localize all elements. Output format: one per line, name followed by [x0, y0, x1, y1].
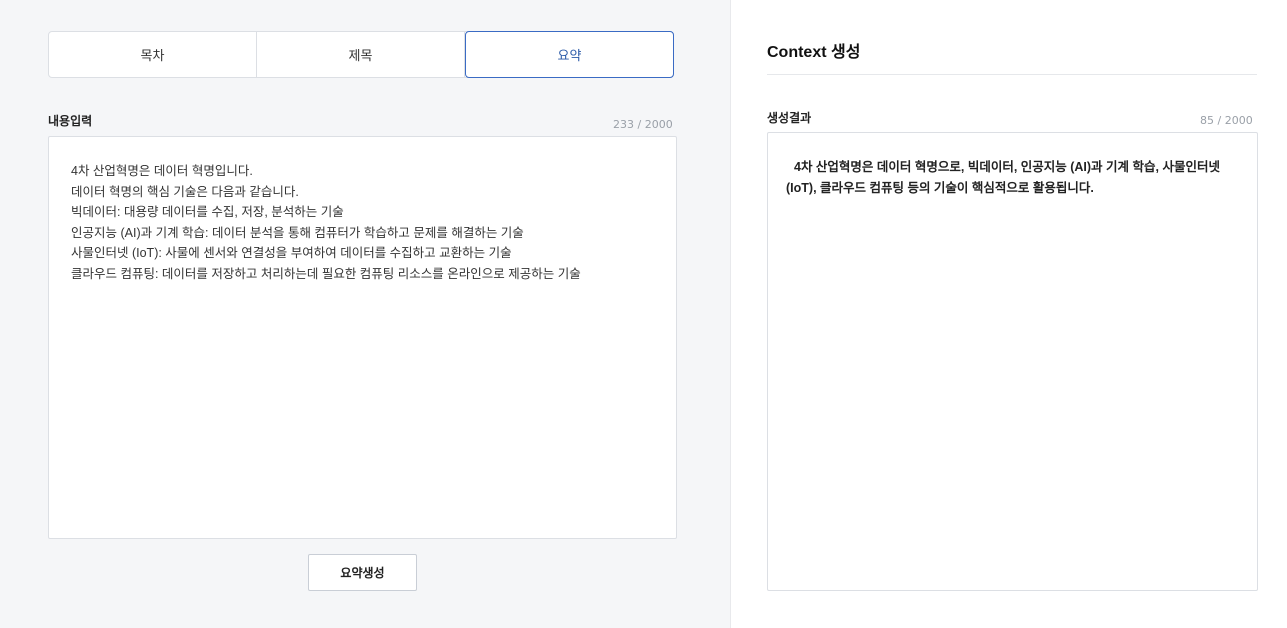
input-line: 인공지능 (AI)과 기계 학습: 데이터 분석을 통해 컴퓨터가 학습하고 문…	[71, 225, 524, 240]
divider	[767, 74, 1257, 75]
input-label: 내용입력	[48, 114, 93, 128]
content-input[interactable]: 4차 산업혁명은 데이터 혁명입니다. 데이터 혁명의 핵심 기술은 다음과 같…	[48, 136, 677, 539]
result-output[interactable]: 4차 산업혁명은 데이터 혁명으로, 빅데이터, 인공지능 (AI)과 기계 학…	[767, 132, 1258, 591]
result-char-counter: 85 / 2000	[1200, 114, 1253, 127]
input-panel: 목차 제목 요약 내용입력 233 / 2000 4차 산업혁명은 데이터 혁명…	[0, 0, 731, 628]
input-line: 클라우드 컴퓨팅: 데이터를 저장하고 처리하는데 필요한 컴퓨팅 리소스를 온…	[71, 266, 581, 281]
tab-bar: 목차 제목 요약	[48, 31, 674, 78]
result-text: 4차 산업혁명은 데이터 혁명으로, 빅데이터, 인공지능 (AI)과 기계 학…	[786, 160, 1220, 195]
input-line: 데이터 혁명의 핵심 기술은 다음과 같습니다.	[71, 184, 299, 199]
generate-summary-button[interactable]: 요약생성	[308, 554, 417, 591]
context-title: Context 생성	[767, 44, 861, 61]
input-line: 4차 산업혁명은 데이터 혁명입니다.	[71, 164, 253, 178]
tab-title[interactable]: 제목	[257, 32, 465, 77]
input-line: 빅데이터: 대용량 데이터를 수집, 저장, 분석하는 기술	[71, 205, 344, 219]
context-panel: Context 생성 생성결과 85 / 2000 4차 산업혁명은 데이터 혁…	[731, 0, 1287, 628]
result-label: 생성결과	[767, 111, 812, 125]
tab-toc[interactable]: 목차	[49, 32, 257, 77]
tab-summary[interactable]: 요약	[465, 31, 674, 78]
input-line: 사물인터넷 (IoT): 사물에 센서와 연결성을 부여하여 데이터를 수집하고…	[71, 246, 512, 260]
input-char-counter: 233 / 2000	[613, 118, 673, 131]
